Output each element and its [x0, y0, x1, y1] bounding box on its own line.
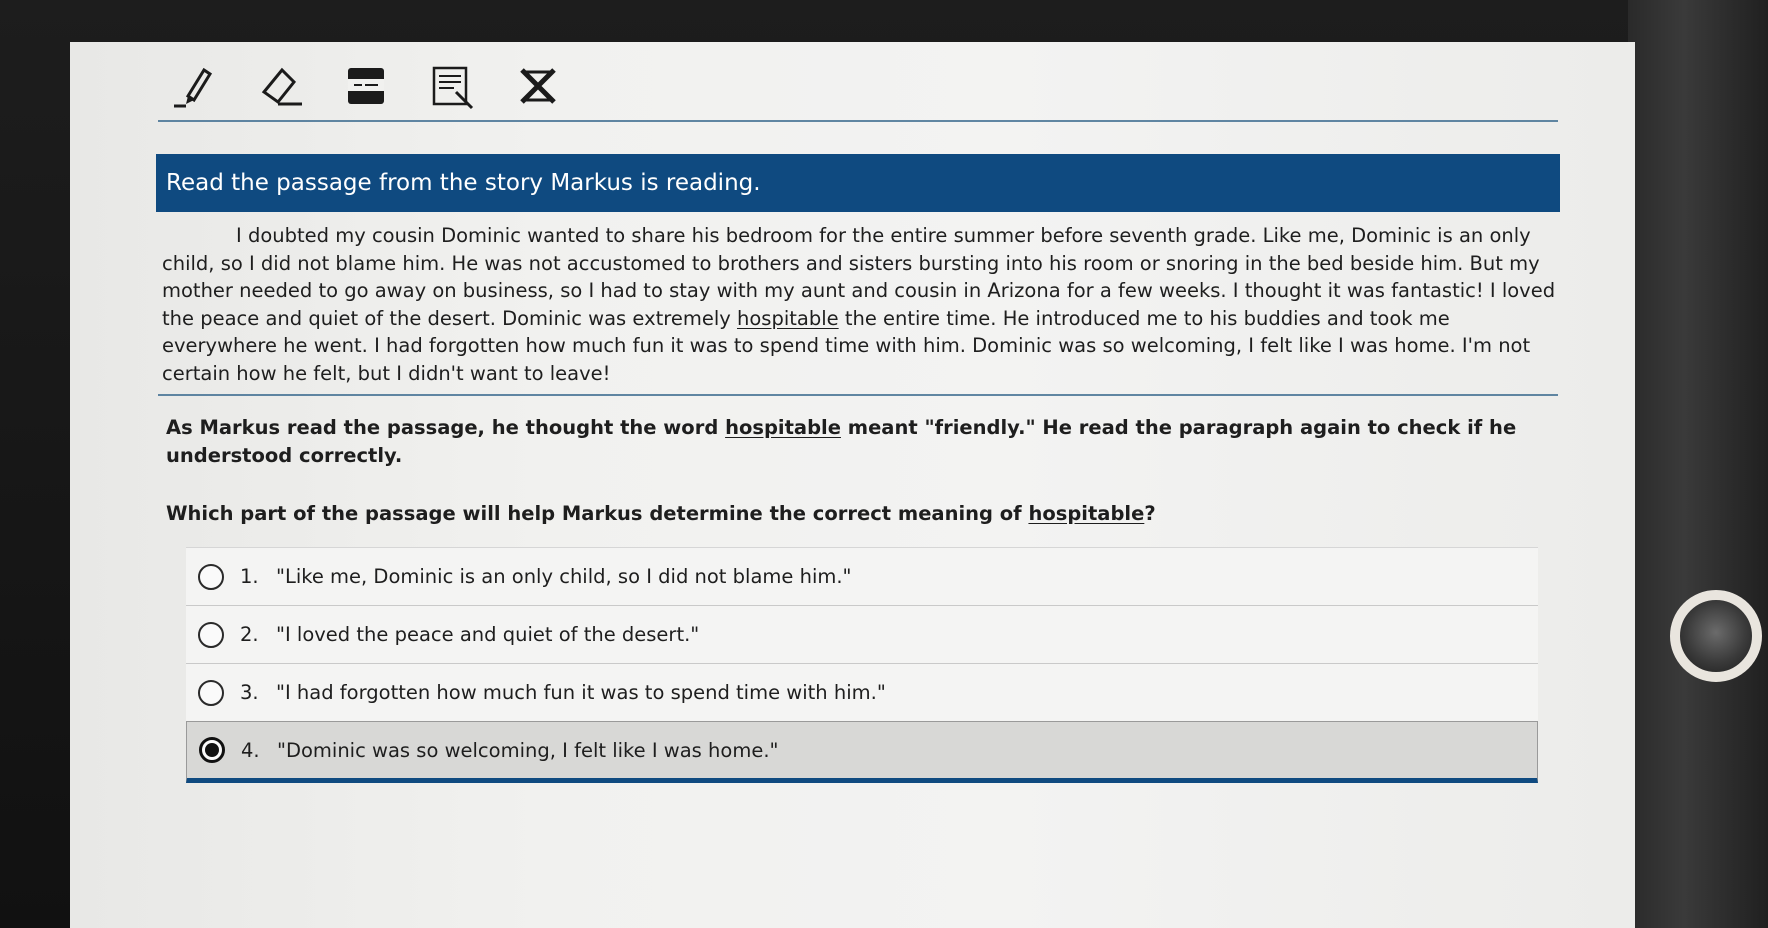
answer-option-3[interactable]: 3. "I had forgotten how much fun it was …	[186, 663, 1538, 721]
home-button[interactable]	[1670, 590, 1762, 682]
passage-text: I doubted my cousin Dominic wanted to sh…	[162, 222, 1558, 387]
line-reader-icon[interactable]	[338, 58, 394, 114]
question-after: ?	[1144, 502, 1156, 525]
answer-text: "Like me, Dominic is an only child, so I…	[276, 565, 852, 588]
radio-button[interactable]	[198, 621, 224, 648]
answer-text: "I loved the peace and quiet of the dese…	[276, 623, 700, 646]
answer-number: 4.	[241, 738, 260, 762]
radio-button-selected[interactable]	[199, 737, 225, 763]
eraser-icon[interactable]	[252, 58, 308, 114]
answer-choices: 1. "Like me, Dominic is an only child, s…	[186, 547, 1538, 783]
toolbar-divider	[158, 120, 1558, 122]
passage-divider	[158, 394, 1558, 396]
answer-eliminator-icon[interactable]	[510, 58, 566, 114]
highlighter-icon[interactable]	[166, 58, 222, 114]
question-keyword: hospitable	[1028, 502, 1145, 525]
answer-option-4[interactable]: 4. "Dominic was so welcoming, I felt lik…	[186, 721, 1538, 783]
radio-button[interactable]	[198, 679, 224, 706]
answer-number: 3.	[240, 681, 259, 704]
answer-text: "Dominic was so welcoming, I felt like I…	[277, 738, 779, 762]
radio-button[interactable]	[198, 563, 224, 590]
prompt-banner: Read the passage from the story Markus i…	[156, 154, 1560, 212]
question-stem: Which part of the passage will help Mark…	[166, 502, 1546, 525]
context-keyword: hospitable	[725, 416, 841, 439]
notepad-icon[interactable]	[424, 58, 480, 114]
context-before: As Markus read the passage, he thought t…	[166, 416, 726, 439]
test-screen: Read the passage from the story Markus i…	[70, 42, 1635, 928]
answer-number: 1.	[240, 565, 259, 588]
question-before: Which part of the passage will help Mark…	[166, 502, 1029, 525]
answer-number: 2.	[240, 623, 259, 646]
answer-option-2[interactable]: 2. "I loved the peace and quiet of the d…	[186, 605, 1538, 663]
question-context: As Markus read the passage, he thought t…	[166, 414, 1546, 470]
answer-option-1[interactable]: 1. "Like me, Dominic is an only child, s…	[186, 547, 1538, 605]
passage-keyword: hospitable	[737, 306, 839, 330]
device-bezel-right	[1628, 0, 1768, 928]
answer-text: "I had forgotten how much fun it was to …	[276, 681, 886, 704]
prompt-text: Read the passage from the story Markus i…	[166, 170, 761, 196]
toolbar	[166, 56, 566, 116]
